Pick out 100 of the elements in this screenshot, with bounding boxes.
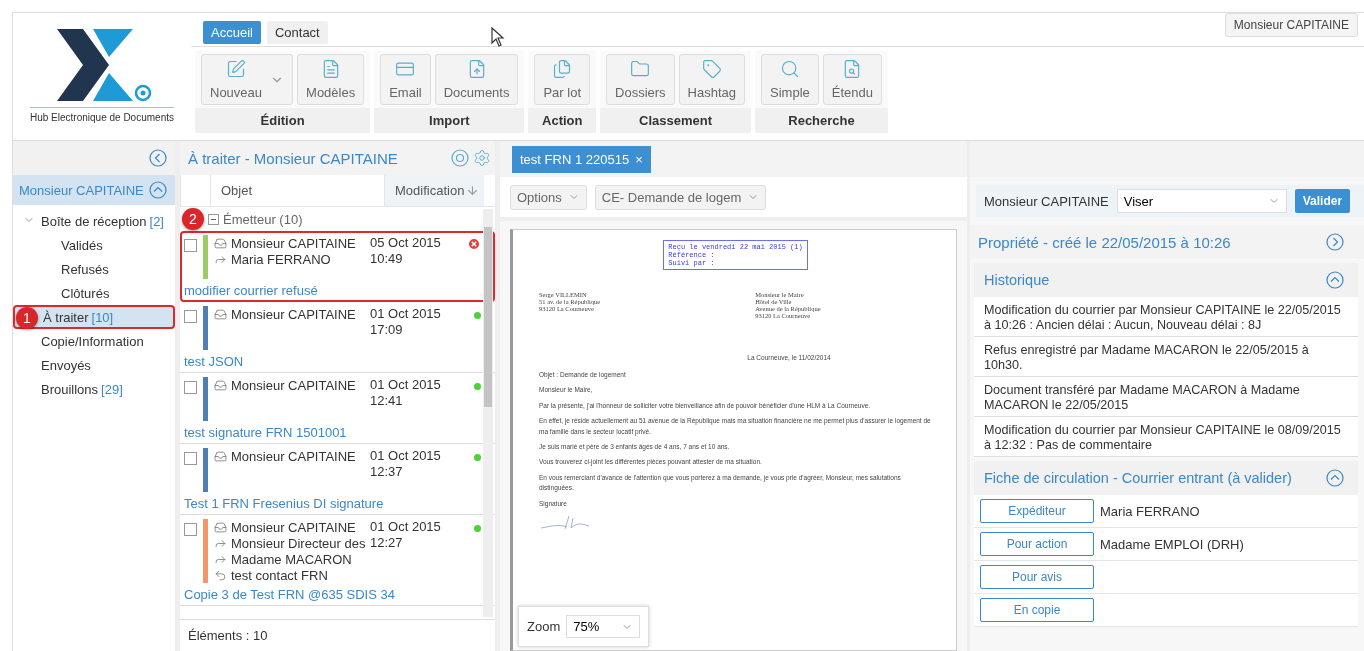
correspondent: Monsieur CAPITAINE: [231, 519, 356, 535]
folder-item[interactable]: Envoyés: [13, 353, 175, 377]
date-text: 05 Oct 2015: [370, 235, 442, 251]
panel-title: À traiter - Monsieur CAPITAINE: [188, 149, 398, 167]
subject-link[interactable]: test signature FRN 1501001: [184, 425, 347, 440]
ribbon-button[interactable]: Email: [380, 54, 431, 105]
user-menu[interactable]: Monsieur CAPITAINE: [1224, 13, 1358, 37]
folder-label: Copie/Information: [41, 333, 144, 349]
inbox-icon: [214, 307, 227, 321]
correspondent: Madame MACARON: [231, 551, 352, 567]
ribbon-tab[interactable]: Contact: [266, 20, 328, 44]
section-title: Historique: [984, 272, 1050, 288]
ribbon-button[interactable]: Simple: [761, 54, 819, 105]
expand-icon[interactable]: [1326, 233, 1344, 251]
folder-item[interactable]: Refusés: [13, 257, 175, 281]
time-text: 12:41: [370, 393, 404, 409]
correspondent: Maria FERRANO: [231, 251, 331, 267]
folder-label: À traiter: [43, 309, 89, 325]
tag-icon: [701, 59, 722, 79]
folder-item[interactable]: Clôturés: [13, 281, 175, 305]
history-entry: Refus enregistré par Madame MACARON le 22/05/2015 à 10h30.: [974, 337, 1358, 377]
ribbon-button[interactable]: Par lot: [534, 54, 591, 105]
group-title: Classement: [600, 108, 752, 133]
ribbon-button[interactable]: Modèles: [297, 54, 365, 105]
close-icon[interactable]: ×: [635, 152, 643, 167]
group-title: Action: [528, 108, 597, 133]
ribbon-tab[interactable]: Accueil: [203, 20, 261, 44]
actor-name: Monsieur CAPITAINE: [984, 193, 1109, 209]
ribbon-button[interactable]: Étendu: [822, 54, 882, 105]
status-dot: [474, 312, 481, 319]
history-entry: Document transféré par Madame MACARON à Madame MACARON le 22/05/2015: [974, 377, 1358, 417]
folder-item[interactable]: 1 À traiter [10]: [13, 305, 175, 329]
ribbon-button[interactable]: Documents: [434, 54, 519, 105]
collapse-icon[interactable]: [149, 181, 167, 199]
inbox-icon: [214, 236, 227, 250]
pen-square-icon: [226, 59, 246, 79]
scrollbar[interactable]: [483, 209, 493, 617]
date-text: 01 Oct 2015: [370, 377, 442, 393]
folder-item[interactable]: Copie/Information: [13, 329, 175, 353]
collapse-icon[interactable]: [208, 213, 219, 225]
folder-icon: [630, 59, 651, 79]
collapse-icon[interactable]: [1326, 469, 1344, 487]
subject-link[interactable]: Test 1 FRN Fresenius DI signature: [184, 496, 384, 511]
checkbox[interactable]: [184, 452, 197, 465]
subject-link[interactable]: Copie 3 de Test FRN @635 SDIS 34: [184, 587, 395, 602]
role-button[interactable]: Pour avis: [980, 565, 1094, 589]
correspondent: Monsieur CAPITAINE: [231, 377, 356, 393]
folder-item[interactable]: Boîte de réception [2]: [13, 209, 175, 233]
history-entry: Modification du courrier par Monsieur CAPITAINE le 22/05/2015 à 10:26 : Ancien délai : Aucun, Nouveau délai : 8J: [974, 297, 1358, 337]
correspondent: Monsieur CAPITAINE: [231, 448, 356, 464]
checkbox[interactable]: [184, 310, 197, 323]
ribbon-button[interactable]: Hashtag: [678, 54, 746, 105]
column-header[interactable]: Modification: [384, 175, 484, 206]
action-select[interactable]: Viser: [1116, 189, 1287, 213]
template-dropdown[interactable]: CE- Demande de logem: [594, 184, 767, 210]
role-button[interactable]: Pour action: [980, 532, 1094, 556]
inbox-icon: [214, 449, 227, 463]
folder-count: [29]: [101, 381, 123, 397]
recipient-name: Maria FERRANO: [1100, 503, 1200, 519]
group-title: Recherche: [755, 108, 888, 133]
folder-item[interactable]: Brouillons [29]: [13, 377, 175, 401]
section-title: Fiche de circulation - Courrier entrant (à valider): [984, 470, 1292, 486]
folder-label: Envoyés: [41, 357, 91, 373]
folder-item[interactable]: Validés: [13, 233, 175, 257]
reply-icon: [214, 568, 227, 582]
date-text: 01 Oct 2015: [370, 448, 442, 464]
item-count: Éléments : 10: [180, 619, 495, 651]
document-tab[interactable]: test FRN 1 220515 ×: [512, 146, 651, 173]
options-dropdown[interactable]: Options: [510, 184, 587, 210]
collapse-icon[interactable]: [1326, 271, 1344, 289]
zoom-select[interactable]: 75%: [566, 615, 641, 638]
checkbox[interactable]: [184, 239, 197, 252]
date-text: 01 Oct 2015: [370, 306, 442, 322]
validate-button[interactable]: Valider: [1294, 189, 1351, 213]
logo-caption: Hub Electronique de Documents: [30, 107, 174, 123]
time-text: 12:37: [370, 464, 404, 480]
role-button[interactable]: En copie: [980, 598, 1094, 622]
ribbon-button[interactable]: Nouveau: [201, 54, 294, 105]
status-dot: [474, 454, 481, 461]
properties-title: Propriété - créé le 22/05/2015 à 10:26: [978, 233, 1231, 251]
message-row[interactable]: Monsieur CAPITAINE Maria FERRANO 05 Oct 2015 10:49 modifier courrier refusé: [180, 231, 495, 302]
search-icon: [779, 59, 800, 79]
correspondent: Monsieur CAPITAINE: [231, 306, 356, 322]
recipient-name: Madame EMPLOI (DRH): [1100, 536, 1244, 552]
checkbox[interactable]: [184, 381, 197, 394]
ribbon-button[interactable]: Dossiers: [606, 54, 675, 105]
inbox-icon: [214, 378, 227, 392]
correspondent: Monsieur CAPITAINE: [231, 235, 356, 251]
subject-link[interactable]: test JSON: [184, 354, 244, 369]
account-header[interactable]: Monsieur CAPITAINE: [13, 175, 175, 205]
pointer-icon: [491, 27, 505, 47]
collapse-icon[interactable]: [149, 149, 167, 167]
time-text: 10:49: [370, 251, 404, 267]
checkbox[interactable]: [184, 523, 197, 536]
history-entry: Modification du courrier par Monsieur CAPITAINE le 08/09/2015 à 12:32 : Pas de commentaire: [974, 417, 1358, 457]
inbox-icon: [214, 520, 227, 534]
zoom-label: Zoom: [527, 619, 561, 634]
settings-icon[interactable]: [473, 149, 491, 167]
subject-link[interactable]: modifier courrier refusé: [184, 283, 318, 298]
role-button[interactable]: Expéditeur: [980, 499, 1094, 523]
